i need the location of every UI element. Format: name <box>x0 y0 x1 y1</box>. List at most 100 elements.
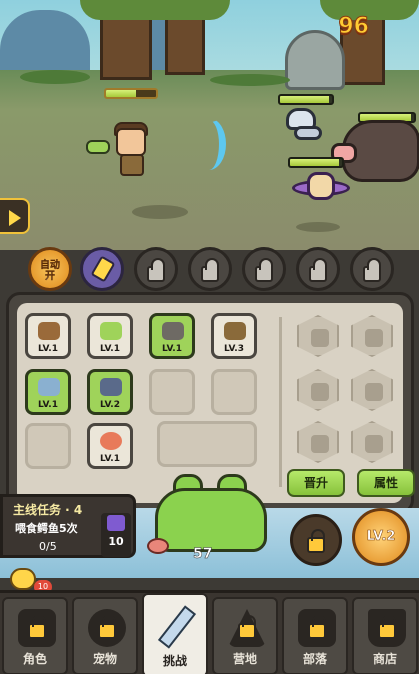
equipment-slot[interactable]: LV.1 <box>25 313 71 359</box>
nav-label: 宠物 <box>92 652 117 666</box>
meat-icon <box>147 538 169 554</box>
lock-icon <box>309 258 327 282</box>
item-level: LV.1 <box>38 344 58 354</box>
background-building <box>0 10 90 70</box>
lock-icon <box>363 258 381 282</box>
pet-sprite <box>86 140 110 154</box>
tree-canopy <box>320 0 419 20</box>
mission-description: 喂食鳄鱼5次 <box>15 522 78 535</box>
equipment-slot[interactable]: LV.2 <box>87 369 133 415</box>
lock-icon <box>378 615 396 639</box>
gold-counter: 96 <box>338 14 370 40</box>
skill-slot-locked[interactable] <box>188 247 232 291</box>
club-icon <box>38 322 60 340</box>
empty-equipment-slot[interactable] <box>25 423 71 469</box>
locked-pet-button[interactable] <box>290 514 342 566</box>
auto-battle-toggle[interactable]: 自动 开 <box>28 247 72 291</box>
stone-statue <box>285 30 345 90</box>
tree-canopy <box>80 0 230 20</box>
mission-title: 主线任务 · 4 <box>13 503 83 517</box>
skill-slot-locked[interactable] <box>242 247 286 291</box>
skill-slot-1[interactable] <box>80 247 124 291</box>
talent-hex[interactable] <box>297 421 339 463</box>
empty-pet-slot[interactable] <box>157 421 257 467</box>
lock-icon <box>98 615 116 639</box>
equipment-slot[interactable]: LV.1 <box>87 423 133 469</box>
nav-tab-shop[interactable]: 商店 <box>352 597 418 674</box>
nav-tab-camp[interactable]: 营地 <box>212 597 278 674</box>
talent-hex[interactable] <box>297 315 339 357</box>
skill-bar: 自动 开 <box>22 247 402 295</box>
enemy-hp-bar <box>288 157 344 168</box>
nav-tab-character[interactable]: 角色 <box>2 597 68 674</box>
item-level: LV.3 <box>224 344 244 354</box>
level-button[interactable]: LV.2 <box>352 508 410 566</box>
boots-icon <box>100 378 122 396</box>
talent-hex[interactable] <box>351 369 393 411</box>
skill-slot-locked[interactable] <box>296 247 340 291</box>
armguard-icon <box>162 322 184 340</box>
nav-label: 部落 <box>302 652 327 666</box>
talent-hex[interactable] <box>297 369 339 411</box>
ground-shadow <box>132 205 188 219</box>
battle-scene: 96 <box>0 0 419 250</box>
hero-character <box>110 122 154 182</box>
lock-icon <box>147 258 165 282</box>
equipment-slot[interactable]: LV.3 <box>211 313 257 359</box>
nav-label: 营地 <box>232 652 257 666</box>
nav-tab-challenge[interactable]: 挑战 <box>142 593 208 674</box>
lock-icon <box>307 529 325 553</box>
lock-icon <box>308 615 326 639</box>
reward-count: 10 <box>108 535 124 548</box>
armor-icon <box>38 378 60 396</box>
auto-battle-label: 自动 开 <box>40 260 60 282</box>
nav-label: 角色 <box>22 652 47 666</box>
slash-effect <box>192 118 226 170</box>
talent-hex[interactable] <box>351 315 393 357</box>
equipment-slot[interactable]: LV.1 <box>87 313 133 359</box>
bottom-nav: 角色 宠物 挑战 营地 部落 商店 <box>0 590 419 674</box>
ring-icon <box>100 432 122 450</box>
skill-slot-locked[interactable] <box>350 247 394 291</box>
item-level: LV.1 <box>162 344 182 354</box>
equipment-grid: LV.1 LV.1 LV.1 LV.3 LV.1 LV.2 LV.1 晋升 属性 <box>17 303 415 503</box>
equipment-slot[interactable]: LV.1 <box>149 313 195 359</box>
reward-icon <box>107 515 125 531</box>
crocodile-pet[interactable]: 57 <box>147 474 267 570</box>
lock-icon <box>255 258 273 282</box>
main-mission-card[interactable]: 主线任务 · 4 喂食鳄鱼5次 0/5 10 <box>0 494 136 558</box>
side-play-button[interactable] <box>0 198 30 234</box>
play-icon <box>9 210 21 226</box>
item-level: LV.2 <box>100 400 120 410</box>
mission-reward: 10 <box>101 513 131 557</box>
talent-hex[interactable] <box>351 421 393 463</box>
skill-slot-locked[interactable] <box>134 247 178 291</box>
bush <box>20 70 90 84</box>
equipment-slot[interactable]: LV.1 <box>25 369 71 415</box>
lock-icon <box>201 258 219 282</box>
mission-progress: 0/5 <box>39 540 57 553</box>
bat-enemy <box>292 172 350 206</box>
enemy-hp-bar <box>278 94 334 105</box>
snake-enemy <box>280 108 324 142</box>
attributes-button[interactable]: 属性 <box>357 469 415 497</box>
croc-body <box>155 488 267 552</box>
empty-equipment-slot[interactable] <box>211 369 257 415</box>
nav-label: 挑战 <box>162 654 187 668</box>
nav-tab-pets[interactable]: 宠物 <box>72 597 138 674</box>
item-level: LV.1 <box>100 454 120 464</box>
boar-enemy <box>331 120 419 182</box>
hat-icon <box>224 322 246 340</box>
nav-label: 商店 <box>372 652 397 666</box>
promote-button[interactable]: 晋升 <box>287 469 345 497</box>
bush <box>210 74 290 86</box>
hammer-icon <box>90 255 116 283</box>
ground-shadow <box>296 222 340 232</box>
nav-tab-tribe[interactable]: 部落 <box>282 597 348 674</box>
item-level: LV.1 <box>38 400 58 410</box>
item-level: LV.1 <box>100 344 120 354</box>
empty-equipment-slot[interactable] <box>149 369 195 415</box>
chat-button[interactable]: 10 <box>10 568 52 594</box>
lock-icon <box>28 615 46 639</box>
hero-hp-bar <box>104 88 158 99</box>
